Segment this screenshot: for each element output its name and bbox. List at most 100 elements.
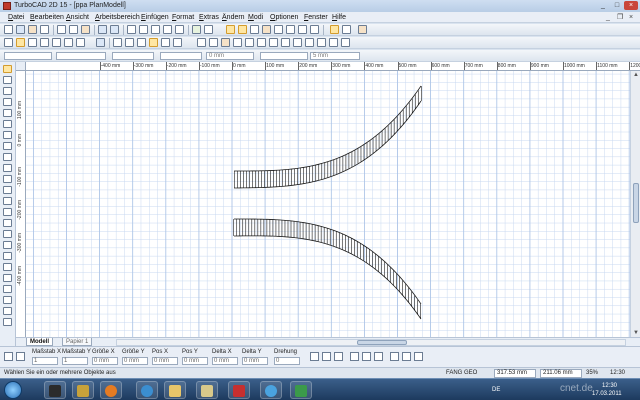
- mirror-icon[interactable]: [149, 38, 158, 47]
- render-icon[interactable]: [341, 38, 350, 47]
- cut-icon[interactable]: [57, 25, 66, 34]
- menu-fenster[interactable]: Fenster: [304, 13, 328, 22]
- scroll-up-icon[interactable]: ▲: [631, 71, 640, 79]
- taskbar-spreadsheet[interactable]: [290, 381, 312, 399]
- wall-tool-icon[interactable]: [3, 241, 12, 249]
- select-mode-icon[interactable]: [330, 25, 339, 34]
- door-tool-icon[interactable]: [3, 252, 12, 260]
- line-width-field[interactable]: 0 mm: [206, 52, 254, 60]
- ungroup-icon[interactable]: [414, 352, 423, 361]
- snap-toggle-icon[interactable]: [342, 25, 351, 34]
- zoom-in-icon[interactable]: [127, 25, 136, 34]
- window-close-button[interactable]: ×: [624, 1, 638, 10]
- new-file-icon[interactable]: [4, 25, 13, 34]
- lock-icon[interactable]: [390, 352, 399, 361]
- pan-icon[interactable]: [175, 25, 184, 34]
- rotation-field[interactable]: 0: [274, 357, 300, 365]
- trim-icon[interactable]: [64, 38, 73, 47]
- mdi-restore-button[interactable]: ❐: [617, 13, 623, 22]
- arrow-select-icon[interactable]: [16, 38, 25, 47]
- menu-datei[interactable]: Datei: [8, 13, 24, 22]
- undo-icon[interactable]: [98, 25, 107, 34]
- inspector-icon[interactable]: [4, 352, 13, 361]
- insert-tool-icon[interactable]: [3, 230, 12, 238]
- color-icon[interactable]: [262, 25, 271, 34]
- measure-tool-icon[interactable]: [3, 274, 12, 282]
- spline-tool-icon[interactable]: [3, 175, 12, 183]
- array-icon[interactable]: [209, 38, 218, 47]
- polyline-tool-icon[interactable]: [3, 109, 12, 117]
- curved-stair-lower[interactable]: [233, 218, 422, 320]
- align-right-icon[interactable]: [334, 352, 343, 361]
- explode-icon[interactable]: [197, 38, 206, 47]
- scale-y-field[interactable]: 1: [62, 357, 88, 365]
- menu-arbeitsbereich[interactable]: Arbeitsbereich: [95, 13, 140, 22]
- menu-modi[interactable]: Modi: [248, 13, 263, 22]
- symbol-icon[interactable]: [305, 38, 314, 47]
- circle-tool-icon[interactable]: [3, 131, 12, 139]
- start-button[interactable]: [4, 381, 22, 399]
- menu-bearbeiten[interactable]: Bearbeiten: [30, 13, 64, 22]
- turbocad-app-icon[interactable]: [3, 2, 11, 10]
- bezier-icon[interactable]: [40, 38, 49, 47]
- stretch-icon[interactable]: [233, 38, 242, 47]
- window-tool-icon[interactable]: [3, 263, 12, 271]
- offset-icon[interactable]: [173, 38, 182, 47]
- horizontal-scrollbar[interactable]: [116, 339, 626, 346]
- save-icon[interactable]: [16, 25, 25, 34]
- size-x-field[interactable]: 0 mm: [92, 357, 118, 365]
- flip-icon[interactable]: [362, 352, 371, 361]
- drawing-surface[interactable]: [26, 71, 630, 337]
- polyline-icon[interactable]: [28, 38, 37, 47]
- paste-icon[interactable]: [81, 25, 90, 34]
- text-tool-icon[interactable]: [3, 186, 12, 194]
- size-y-field[interactable]: 0 mm: [122, 357, 148, 365]
- drawing-canvas[interactable]: [26, 71, 630, 337]
- properties-icon[interactable]: [204, 25, 213, 34]
- text-icon[interactable]: [310, 25, 319, 34]
- align-left-icon[interactable]: [310, 352, 319, 361]
- mdi-minimize-button[interactable]: _: [606, 13, 610, 22]
- menu-aendern[interactable]: Ändern: [222, 13, 245, 22]
- group-icon[interactable]: [96, 38, 105, 47]
- color-select[interactable]: [112, 52, 154, 60]
- menu-ansicht[interactable]: Ansicht: [66, 13, 89, 22]
- align-center-icon[interactable]: [322, 352, 331, 361]
- freehand-tool-icon[interactable]: [3, 120, 12, 128]
- chamfer-icon[interactable]: [221, 38, 230, 47]
- distribute-icon[interactable]: [350, 352, 359, 361]
- hatch-icon[interactable]: [298, 25, 307, 34]
- pen-icon[interactable]: [274, 25, 283, 34]
- align-icon[interactable]: [281, 38, 290, 47]
- dimension-tool-icon[interactable]: [3, 208, 12, 216]
- line-tool-icon[interactable]: [3, 87, 12, 95]
- order-icon[interactable]: [374, 352, 383, 361]
- break-icon[interactable]: [257, 38, 266, 47]
- menu-einfuegen[interactable]: Einfügen: [141, 13, 169, 22]
- extend-icon[interactable]: [76, 38, 85, 47]
- leader-tool-icon[interactable]: [3, 219, 12, 227]
- zoom-extents-icon[interactable]: [163, 25, 172, 34]
- mode-geo[interactable]: GEO: [464, 370, 477, 377]
- taskbar-explorer[interactable]: [164, 381, 186, 399]
- ellipse-tool-icon[interactable]: [3, 153, 12, 161]
- zoom-tool-icon[interactable]: [3, 318, 12, 326]
- redo-icon[interactable]: [110, 25, 119, 34]
- fillet-icon[interactable]: [113, 38, 122, 47]
- line-style-select[interactable]: [160, 52, 202, 60]
- delta-x-field[interactable]: 0 mm: [212, 357, 238, 365]
- tab-papier-1[interactable]: Papier 1: [62, 338, 93, 346]
- hatch-tool-icon[interactable]: [3, 197, 12, 205]
- modify-tool-icon[interactable]: [3, 285, 12, 293]
- taskbar-poker-app[interactable]: [72, 381, 94, 399]
- language-indicator[interactable]: DE: [492, 386, 500, 394]
- zoom-window-icon[interactable]: [151, 25, 160, 34]
- selection-info-icon[interactable]: [16, 352, 25, 361]
- print-icon[interactable]: [40, 25, 49, 34]
- menu-hilfe[interactable]: Hilfe: [332, 13, 346, 22]
- sort-icon[interactable]: [329, 38, 338, 47]
- taskbar-media-center[interactable]: [136, 381, 158, 399]
- pen-style-select[interactable]: [56, 52, 106, 60]
- snap-mode-icon[interactable]: [250, 25, 259, 34]
- layer-tool-icon[interactable]: [3, 307, 12, 315]
